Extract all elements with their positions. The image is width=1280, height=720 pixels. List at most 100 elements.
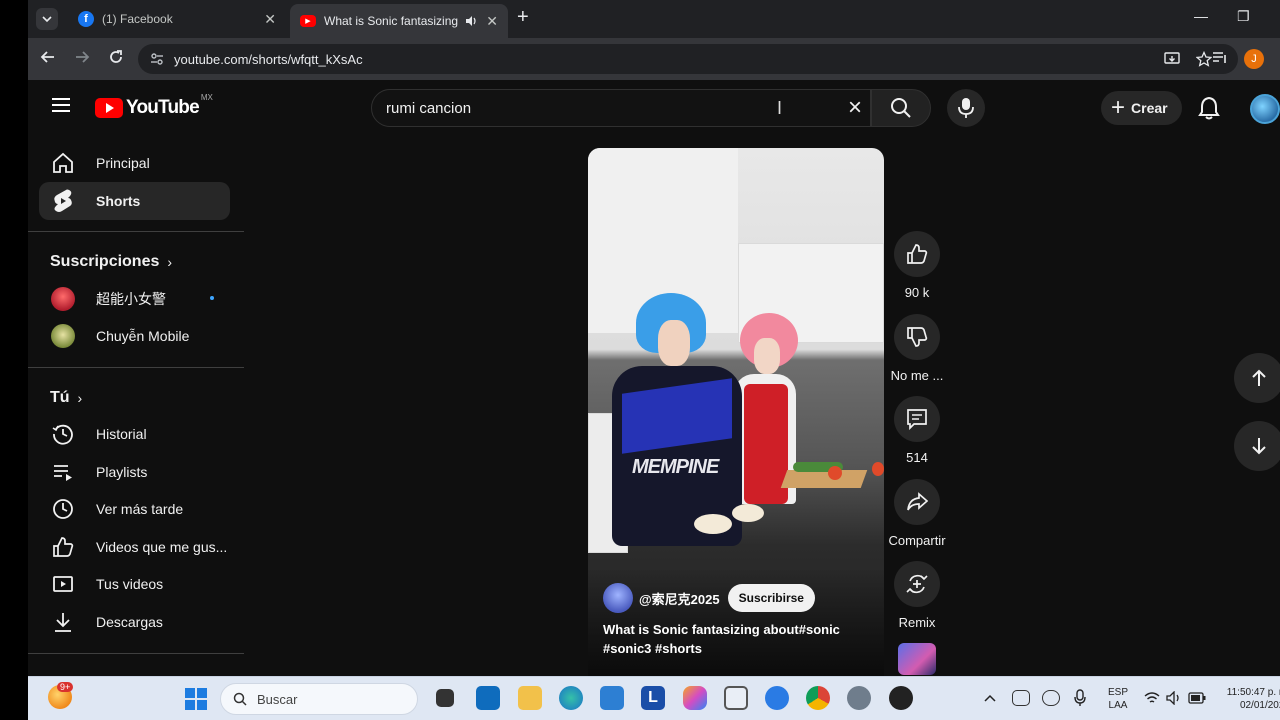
menu-icon[interactable]	[52, 98, 70, 112]
like-button[interactable]: 90 k	[888, 231, 946, 300]
sidebar-item-channel-2[interactable]: Chuyễn Mobile	[39, 317, 230, 355]
chevron-up-icon[interactable]	[984, 693, 996, 703]
settings-gear-icon[interactable]	[847, 686, 871, 710]
volume-icon[interactable]	[1166, 691, 1182, 705]
youtube-header: YouTube MX rumi cancion I × + Crear	[28, 80, 1280, 136]
minimize-button[interactable]: —	[1194, 8, 1208, 24]
sidebar-item-descargas[interactable]: Descargas	[39, 603, 230, 641]
account-avatar[interactable]	[1250, 94, 1280, 124]
sidebar-item-shorts[interactable]: Shorts	[39, 182, 230, 220]
remix-icon	[906, 574, 928, 594]
video-icon	[51, 572, 75, 596]
channel-avatar[interactable]	[603, 583, 633, 613]
short-channel-name[interactable]: @索尼克2025	[639, 589, 720, 608]
video-scene	[732, 504, 764, 522]
voice-search-button[interactable]	[947, 89, 985, 127]
app-c-icon[interactable]	[765, 686, 789, 710]
profile-avatar[interactable]: J	[1244, 49, 1264, 69]
site-settings-icon[interactable]	[150, 52, 164, 66]
task-view-icon[interactable]	[436, 689, 454, 707]
restore-button[interactable]: ❐	[1237, 8, 1250, 25]
copilot-icon[interactable]	[683, 686, 707, 710]
sidebar-item-playlists[interactable]: Playlists	[39, 453, 230, 491]
search-button[interactable]	[871, 89, 931, 127]
next-short-button[interactable]	[1234, 421, 1280, 471]
sidebar-item-principal[interactable]: Principal	[39, 144, 230, 182]
notification-badge: 9+	[57, 682, 74, 692]
back-arrow-icon[interactable]	[40, 49, 56, 65]
channel-avatar	[51, 324, 75, 348]
video-scene	[694, 514, 732, 534]
create-button[interactable]: + Crear	[1101, 91, 1182, 125]
network-cloud-icon[interactable]	[1042, 690, 1060, 706]
sidebar-divider	[28, 653, 244, 654]
video-scene	[658, 320, 690, 366]
sidebar-item-tus-videos[interactable]: Tus videos	[39, 565, 230, 603]
tab-facebook[interactable]: f (1) Facebook ✕	[68, 4, 286, 34]
youtube-logo[interactable]: YouTube MX	[95, 93, 213, 119]
file-explorer-icon[interactable]	[518, 686, 542, 710]
app-icon[interactable]	[724, 686, 748, 710]
plus-icon: +	[1111, 94, 1126, 121]
taskbar-search[interactable]: Buscar	[220, 683, 418, 715]
subscribe-button[interactable]: Suscribirse	[727, 584, 815, 612]
address-bar[interactable]: youtube.com/shorts/wfqtt_kXsAc	[138, 44, 1238, 74]
microphone-icon	[958, 98, 974, 118]
close-tab-icon[interactable]: ✕	[486, 13, 498, 30]
subscriptions-heading[interactable]: Suscripciones ›	[50, 253, 172, 271]
app-record-icon[interactable]	[889, 686, 913, 710]
edge-icon[interactable]	[559, 686, 583, 710]
bookmark-star-icon[interactable]	[1196, 51, 1212, 67]
search-icon	[891, 98, 911, 118]
outlook-icon[interactable]	[476, 686, 500, 710]
channel-avatar	[51, 287, 75, 311]
sidebar-item-videos-me-gustan[interactable]: Videos que me gus...	[39, 528, 230, 566]
facebook-icon: f	[78, 11, 94, 27]
arrow-up-icon	[1252, 369, 1266, 386]
sidebar-item-channel-1[interactable]: 超能小女警	[39, 280, 230, 318]
wifi-icon[interactable]	[1144, 691, 1160, 705]
chrome-icon[interactable]	[806, 686, 830, 710]
youtube-play-icon	[95, 98, 123, 118]
shorts-icon	[51, 189, 75, 213]
comment-icon	[907, 409, 927, 430]
search-icon	[233, 692, 247, 706]
new-tab-button[interactable]: +	[517, 6, 529, 29]
close-tab-icon[interactable]: ✕	[264, 11, 276, 28]
store-icon[interactable]	[600, 686, 624, 710]
browser-tab-strip: f (1) Facebook ✕ ▶ What is Sonic fantasi…	[28, 0, 1280, 38]
share-button[interactable]: Compartir	[888, 479, 946, 548]
previous-short-button[interactable]	[1234, 353, 1280, 403]
url-text: youtube.com/shorts/wfqtt_kXsAc	[174, 51, 363, 67]
youtube-icon: ▶	[300, 15, 316, 27]
sidebar-item-ver-mas-tarde[interactable]: Ver más tarde	[39, 490, 230, 528]
reload-icon[interactable]	[108, 49, 124, 65]
short-channel-row: @索尼克2025 Suscribirse	[603, 583, 815, 613]
new-content-dot	[210, 296, 214, 300]
clear-search-icon[interactable]: ×	[848, 94, 862, 122]
windows-start-icon[interactable]	[185, 688, 207, 710]
you-heading[interactable]: Tú ›	[50, 389, 82, 407]
notifications-bell-icon[interactable]	[1198, 96, 1220, 120]
search-input[interactable]: rumi cancion I ×	[371, 89, 871, 127]
audio-thumbnail[interactable]	[898, 643, 936, 675]
language-indicator[interactable]: ESP LAA	[1108, 686, 1128, 712]
tab-youtube[interactable]: ▶ What is Sonic fantasizing a ✕	[290, 4, 508, 38]
taskbar-clock[interactable]: 11:50:47 p. m. 02/01/2025	[1220, 686, 1280, 712]
sidebar-item-historial[interactable]: Historial	[39, 415, 230, 453]
sidebar-divider	[28, 231, 244, 232]
home-icon	[51, 151, 75, 175]
short-caption[interactable]: What is Sonic fantasizing about#sonic #s…	[603, 620, 873, 658]
forward-arrow-icon[interactable]	[74, 49, 90, 65]
microphone-icon[interactable]	[1074, 689, 1086, 707]
speaker-icon[interactable]	[464, 14, 478, 28]
app-l-icon[interactable]: L	[641, 686, 665, 710]
battery-icon[interactable]	[1188, 692, 1206, 704]
install-app-icon[interactable]	[1164, 52, 1180, 66]
onedrive-icon[interactable]	[1012, 690, 1030, 706]
remix-button[interactable]: Remix	[888, 561, 946, 630]
tab-search-button[interactable]	[36, 8, 58, 30]
dislike-button[interactable]: No me ...	[888, 314, 946, 383]
media-controls-icon[interactable]	[1212, 51, 1228, 65]
comments-button[interactable]: 514	[888, 396, 946, 465]
